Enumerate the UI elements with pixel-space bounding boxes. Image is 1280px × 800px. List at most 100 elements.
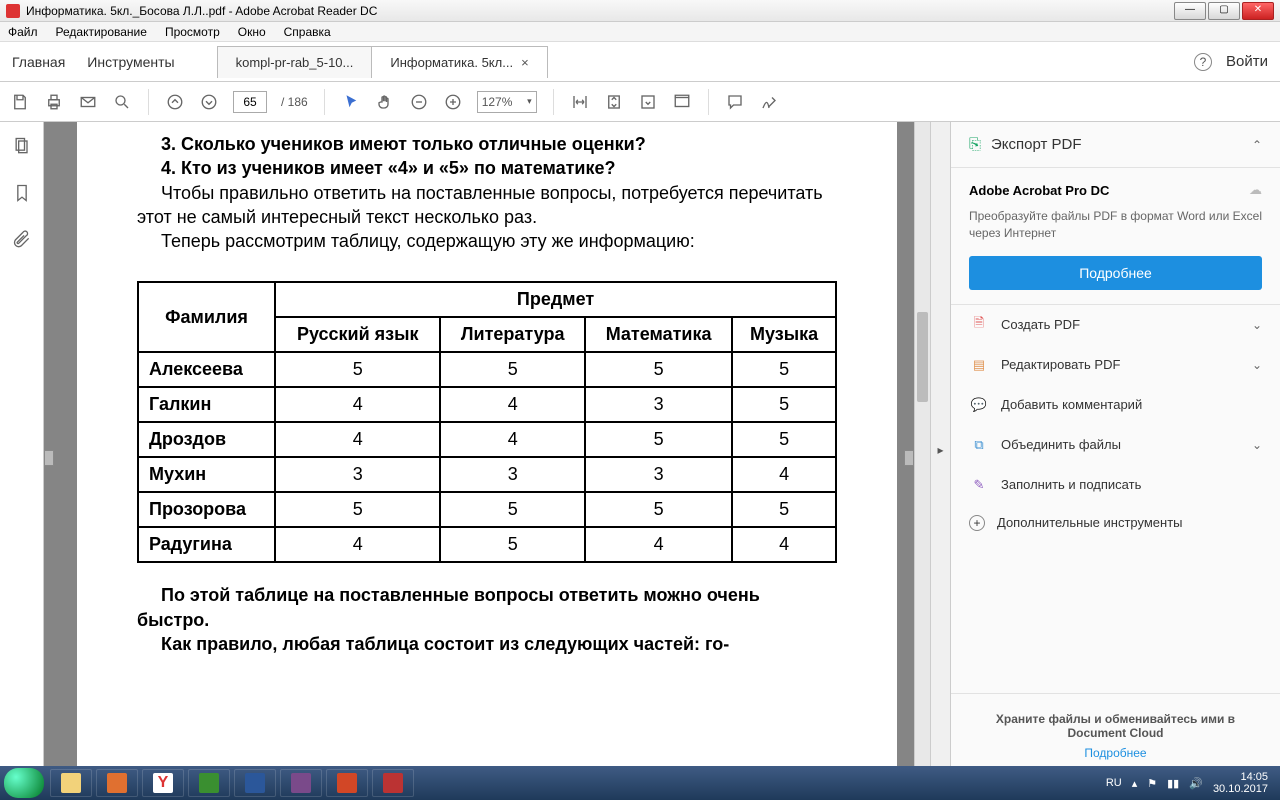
fit-page-icon[interactable]: [604, 92, 624, 112]
zoom-select[interactable]: 127%: [477, 91, 537, 113]
sign-icon[interactable]: [759, 92, 779, 112]
tab-label: Информатика. 5кл...: [390, 55, 513, 70]
page-up-icon[interactable]: [165, 92, 185, 112]
row-name: Прозорова: [138, 492, 275, 527]
hand-icon[interactable]: [375, 92, 395, 112]
comment-tool-icon: 💬: [969, 395, 989, 415]
taskbar-app-acrobat[interactable]: [372, 769, 414, 797]
start-button[interactable]: [4, 768, 44, 798]
taskbar-app-yandex[interactable]: Y: [142, 769, 184, 797]
collapse-panel-handle[interactable]: ▸: [930, 122, 950, 778]
print-icon[interactable]: [44, 92, 64, 112]
page-down-icon[interactable]: [199, 92, 219, 112]
close-tab-icon[interactable]: ×: [521, 55, 529, 70]
save-icon[interactable]: [10, 92, 30, 112]
combine-files-tool[interactable]: ⧉ Объединить файлы ⌄: [951, 425, 1280, 465]
tray-flag-icon[interactable]: ⚑: [1147, 777, 1157, 790]
chevron-down-icon: ⌄: [1252, 438, 1262, 452]
prev-page-handle[interactable]: [44, 450, 54, 466]
taskbar-app-explorer[interactable]: [50, 769, 92, 797]
grade-cell: 5: [440, 527, 585, 562]
fit-width-icon[interactable]: [570, 92, 590, 112]
question-3: 3. Сколько учеников имеют только отличны…: [137, 132, 837, 156]
zoom-out-icon[interactable]: [409, 92, 429, 112]
fill-sign-icon: ✎: [969, 475, 989, 495]
grade-cell: 5: [585, 422, 732, 457]
page-number-input[interactable]: [233, 91, 267, 113]
grade-cell: 4: [732, 457, 836, 492]
tray-lang[interactable]: RU: [1106, 777, 1122, 789]
fill-sign-tool[interactable]: ✎Заполнить и подписать: [951, 465, 1280, 505]
close-button[interactable]: ✕: [1242, 2, 1274, 20]
grades-table: Фамилия Предмет Русский языкЛитератураМа…: [137, 281, 837, 563]
tray-network-icon[interactable]: ▮▮: [1167, 777, 1179, 790]
taskbar-app-winrar[interactable]: [280, 769, 322, 797]
tray-volume-icon[interactable]: 🔊: [1189, 777, 1203, 790]
vertical-scrollbar[interactable]: [914, 122, 930, 778]
tool-label: Объединить файлы: [1001, 437, 1121, 452]
scrollbar-thumb[interactable]: [917, 312, 928, 402]
menu-file[interactable]: Файл: [8, 25, 38, 39]
fit-visible-icon[interactable]: [638, 92, 658, 112]
more-tools[interactable]: +Дополнительные инструменты: [951, 505, 1280, 541]
tray-chevron-icon[interactable]: ▴: [1132, 777, 1138, 790]
paragraph-3: По этой таблице на поставленные вопросы …: [137, 583, 837, 632]
login-button[interactable]: Войти: [1226, 53, 1268, 70]
read-mode-icon[interactable]: [672, 92, 692, 112]
top-bar: Главная Инструменты kompl-pr-rab_5-10...…: [0, 42, 1280, 82]
tray-date: 30.10.2017: [1213, 783, 1268, 795]
minimize-button[interactable]: —: [1174, 2, 1206, 20]
chevron-down-icon: ⌄: [1252, 358, 1262, 372]
zoom-in-icon[interactable]: [443, 92, 463, 112]
comment-icon[interactable]: [725, 92, 745, 112]
export-pdf-section[interactable]: ⎘ Экспорт PDF ⌃: [969, 136, 1262, 153]
paragraph-2: Теперь рассмотрим таблицу, содержащую эт…: [137, 229, 837, 253]
table-row: Радугина4544: [138, 527, 836, 562]
help-icon[interactable]: ?: [1194, 53, 1212, 71]
pointer-icon[interactable]: [341, 92, 361, 112]
nav-home[interactable]: Главная: [12, 54, 65, 70]
cloud-learn-more-link[interactable]: Подробнее: [977, 746, 1254, 760]
comment-tool[interactable]: 💬Добавить комментарий: [951, 385, 1280, 425]
menu-view[interactable]: Просмотр: [165, 25, 220, 39]
grade-cell: 4: [275, 387, 440, 422]
tool-label: Редактировать PDF: [1001, 357, 1120, 372]
toolbar: / 186 127%: [0, 82, 1280, 122]
next-page-handle[interactable]: [904, 450, 914, 466]
taskbar-app-media[interactable]: [96, 769, 138, 797]
menu-help[interactable]: Справка: [284, 25, 331, 39]
taskbar-app-word[interactable]: [234, 769, 276, 797]
create-pdf-tool[interactable]: 🗎Создать PDF⌄: [951, 305, 1280, 345]
thumbnails-icon[interactable]: [12, 136, 32, 161]
menu-window[interactable]: Окно: [238, 25, 266, 39]
left-nav-rail: [0, 122, 44, 778]
search-icon[interactable]: [112, 92, 132, 112]
row-name: Алексеева: [138, 352, 275, 387]
window-title: Информатика. 5кл._Босова Л.Л..pdf - Adob…: [26, 4, 377, 18]
taskbar-app-powerpoint[interactable]: [326, 769, 368, 797]
grade-cell: 3: [275, 457, 440, 492]
menu-edit[interactable]: Редактирование: [56, 25, 147, 39]
document-tab-2[interactable]: Информатика. 5кл... ×: [371, 46, 547, 78]
column-header: Литература: [440, 317, 585, 352]
window-titlebar: Информатика. 5кл._Босова Л.Л..pdf - Adob…: [0, 0, 1280, 22]
nav-tools[interactable]: Инструменты: [87, 54, 174, 70]
document-tab-1[interactable]: kompl-pr-rab_5-10...: [217, 46, 373, 78]
attachment-icon[interactable]: [12, 230, 32, 255]
maximize-button[interactable]: ▢: [1208, 2, 1240, 20]
combine-icon: ⧉: [969, 435, 989, 455]
email-icon[interactable]: [78, 92, 98, 112]
tray-clock[interactable]: 14:05 30.10.2017: [1213, 771, 1268, 795]
taskbar-app-utorrent[interactable]: [188, 769, 230, 797]
chevron-up-icon: ⌃: [1252, 138, 1262, 152]
bookmark-icon[interactable]: [12, 183, 32, 208]
table-row: Галкин4435: [138, 387, 836, 422]
page-total-label: / 186: [281, 95, 308, 109]
edit-pdf-tool[interactable]: ▤Редактировать PDF⌄: [951, 345, 1280, 385]
grade-cell: 5: [732, 492, 836, 527]
export-pdf-icon: ⎘: [969, 136, 981, 153]
document-viewport[interactable]: 3. Сколько учеников имеют только отличны…: [44, 122, 930, 778]
grade-cell: 4: [275, 527, 440, 562]
learn-more-button[interactable]: Подробнее: [969, 256, 1262, 290]
table-row: Мухин3334: [138, 457, 836, 492]
